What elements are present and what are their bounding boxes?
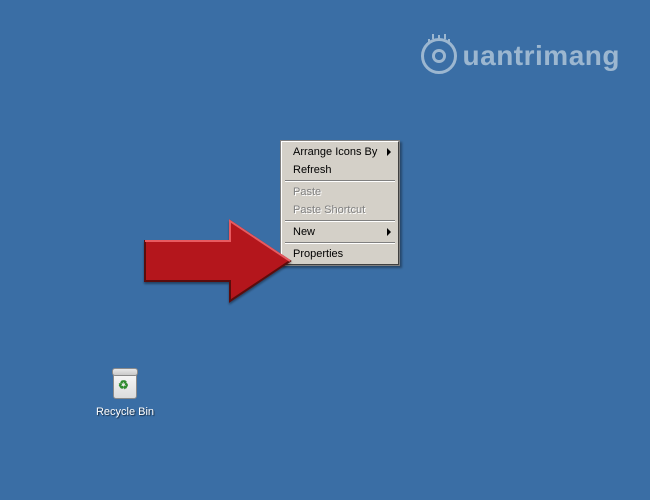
menu-item-paste: Paste bbox=[283, 183, 397, 201]
menu-item-label: Paste bbox=[293, 186, 321, 198]
menu-item-paste-shortcut: Paste Shortcut bbox=[283, 201, 397, 219]
menu-item-label: Arrange Icons By bbox=[293, 146, 377, 158]
menu-separator bbox=[285, 242, 395, 244]
desktop-icon-label: Recycle Bin bbox=[95, 406, 155, 419]
menu-item-refresh[interactable]: Refresh bbox=[283, 161, 397, 179]
watermark-text: uantrimang bbox=[463, 40, 620, 72]
menu-separator bbox=[285, 180, 395, 182]
menu-item-new[interactable]: New bbox=[283, 223, 397, 241]
desktop-icon-recycle-bin[interactable]: ♻ Recycle Bin bbox=[95, 370, 155, 419]
menu-item-arrange-icons-by[interactable]: Arrange Icons By bbox=[283, 143, 397, 161]
annotation-arrow bbox=[140, 211, 300, 321]
menu-separator bbox=[285, 220, 395, 222]
menu-item-label: Properties bbox=[293, 248, 343, 260]
menu-item-label: New bbox=[293, 226, 315, 238]
watermark-logo: uantrimang bbox=[421, 38, 620, 74]
menu-item-properties[interactable]: Properties bbox=[283, 245, 397, 263]
recycle-bin-icon: ♻ bbox=[109, 370, 141, 402]
menu-item-label: Paste Shortcut bbox=[293, 204, 365, 216]
desktop-context-menu: Arrange Icons By Refresh Paste Paste Sho… bbox=[280, 140, 400, 266]
lightbulb-icon bbox=[421, 38, 457, 74]
menu-item-label: Refresh bbox=[293, 164, 332, 176]
